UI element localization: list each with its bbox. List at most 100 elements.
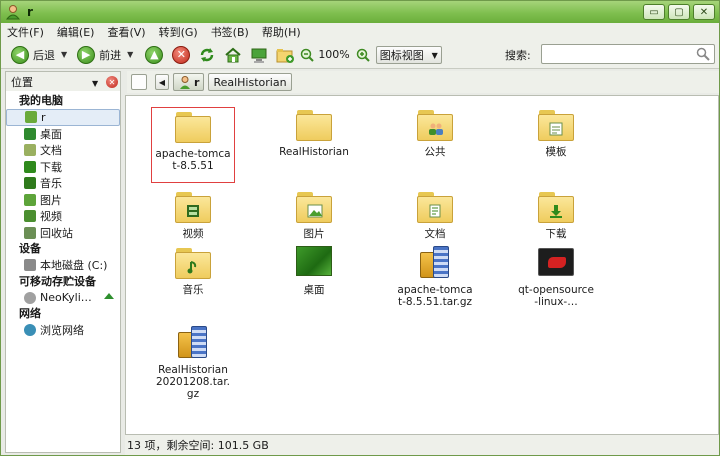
- picture-icon: [24, 193, 36, 206]
- zoom-out-icon[interactable]: [300, 48, 315, 62]
- folder-icon: [416, 190, 454, 224]
- side-item-label: 本地磁盘 (C:): [40, 259, 108, 273]
- breadcrumb-home[interactable]: r: [173, 73, 205, 91]
- file-item[interactable]: qt-opensource-linux-…: [515, 246, 597, 308]
- side-pane-header: 位置 ▼ ✕: [5, 71, 121, 91]
- home-folder-icon: [5, 4, 21, 20]
- menu-help[interactable]: 帮助(H): [262, 24, 301, 40]
- home-icon[interactable]: [224, 46, 242, 64]
- side-item[interactable]: 下载: [6, 159, 120, 176]
- file-item[interactable]: 音乐: [152, 246, 234, 296]
- file-item[interactable]: apache-tomcat-8.5.51.tar.gz: [394, 246, 476, 308]
- computer-icon[interactable]: [250, 46, 268, 64]
- view-mode-select[interactable]: 图标视图 ▼: [375, 45, 442, 64]
- document-icon: [24, 144, 36, 157]
- path-left-arrow-icon[interactable]: ◀: [155, 74, 169, 90]
- file-item-label: 文档: [424, 228, 446, 240]
- search-input[interactable]: [541, 44, 715, 64]
- side-pane-close-icon[interactable]: ✕: [106, 76, 118, 88]
- close-button[interactable]: ✕: [693, 4, 715, 20]
- breadcrumb-realhistorian[interactable]: RealHistorian: [208, 73, 292, 91]
- title-bar[interactable]: r ▭ ▢ ✕: [1, 1, 719, 23]
- trash-icon: [24, 226, 36, 239]
- file-item[interactable]: apache-tomcat-8.5.51: [151, 107, 235, 183]
- installer-icon: [537, 246, 575, 280]
- network-icon: [24, 324, 36, 337]
- maximize-button[interactable]: ▢: [668, 4, 690, 20]
- forward-arrow-icon: ▶: [77, 45, 96, 64]
- places-list: 我的电脑 r 桌面 文档 下载 音乐 图片 视频 回收站 设备 本地磁盘 (C:) 可移动存贮设备 Ne…: [6, 93, 120, 339]
- file-icon-view[interactable]: apache-tomcat-8.5.51 RealHistorian 公共 模板视频 图…: [125, 95, 719, 435]
- menu-go[interactable]: 转到(G): [159, 24, 198, 40]
- eject-icon[interactable]: [104, 292, 114, 299]
- folder-icon: [416, 108, 454, 142]
- menu-file[interactable]: 文件(F): [7, 24, 44, 40]
- side-item-label: 浏览网络: [40, 324, 84, 338]
- file-item[interactable]: RealHistorian20201208.tar.gz: [152, 326, 234, 400]
- side-item[interactable]: 浏览网络: [6, 322, 120, 339]
- file-item-label: apache-tomcat-8.5.51.tar.gz: [397, 284, 473, 308]
- minimize-button[interactable]: ▭: [643, 4, 665, 20]
- file-item-label: 图片: [303, 228, 325, 240]
- file-item[interactable]: 视频: [152, 190, 234, 240]
- back-button[interactable]: ◀ 后退: [11, 43, 55, 67]
- side-item-label: 图片: [40, 193, 62, 207]
- side-item[interactable]: 桌面: [6, 126, 120, 143]
- location-toggle-button[interactable]: [131, 74, 147, 90]
- forward-button[interactable]: ▶ 前进: [77, 43, 121, 67]
- forward-label: 前进: [99, 48, 122, 62]
- file-item[interactable]: 图片: [273, 190, 355, 240]
- toolbar: ◀ 后退 ▼ ▶ 前进 ▼ ▲ ✕ 100% 图标视图 ▼ 搜索:: [1, 41, 719, 69]
- zoom-level: 100%: [318, 48, 350, 61]
- file-item-label: 下载: [545, 228, 567, 240]
- reload-icon[interactable]: [198, 46, 216, 64]
- menu-view[interactable]: 查看(V): [107, 24, 145, 40]
- side-item[interactable]: 文档: [6, 142, 120, 159]
- back-label: 后退: [33, 48, 55, 62]
- side-item-label: 回收站: [40, 226, 73, 240]
- file-item[interactable]: 下载: [515, 190, 597, 240]
- file-manager-window: r ▭ ▢ ✕ 文件(F) 编辑(E) 查看(V) 转到(G) 书签(B) 帮助…: [0, 0, 720, 456]
- file-item-label: qt-opensource-linux-…: [518, 284, 594, 308]
- file-item-label: 桌面: [303, 284, 325, 296]
- side-item[interactable]: NeoKyli…: [6, 290, 120, 307]
- side-item-label: 下载: [40, 160, 62, 174]
- side-item[interactable]: 视频: [6, 208, 120, 225]
- back-history-dropdown[interactable]: ▼: [61, 50, 67, 59]
- breadcrumb-home-label: r: [194, 75, 200, 89]
- window-title: r: [27, 5, 33, 19]
- side-item[interactable]: 音乐: [6, 175, 120, 192]
- desktop-folder-icon: [295, 246, 333, 280]
- forward-history-dropdown[interactable]: ▼: [127, 50, 133, 59]
- side-item-label: 文档: [40, 144, 62, 158]
- up-arrow-icon[interactable]: ▲: [145, 45, 164, 64]
- folder-icon: [295, 108, 333, 142]
- desktop-icon: [24, 127, 36, 140]
- file-item[interactable]: 公共: [394, 108, 476, 158]
- side-item[interactable]: 本地磁盘 (C:): [6, 257, 120, 274]
- path-bar: ◀ r RealHistorian: [127, 71, 719, 93]
- new-folder-icon[interactable]: [276, 46, 295, 64]
- folder-icon: [537, 190, 575, 224]
- file-item-label: RealHistorian20201208.tar.gz: [155, 364, 231, 400]
- side-item[interactable]: r: [6, 109, 120, 126]
- menu-edit[interactable]: 编辑(E): [57, 24, 95, 40]
- side-item[interactable]: 图片: [6, 192, 120, 209]
- side-pane-type-dropdown[interactable]: ▼: [92, 79, 98, 88]
- file-item-label: 视频: [182, 228, 204, 240]
- drive-icon: [24, 259, 36, 272]
- zoom-in-icon[interactable]: [356, 48, 370, 62]
- folder-icon: [174, 190, 212, 224]
- file-item-label: RealHistorian: [279, 146, 349, 158]
- search-icon: [696, 47, 710, 61]
- menu-bookmarks[interactable]: 书签(B): [211, 24, 249, 40]
- file-item[interactable]: RealHistorian: [273, 108, 355, 158]
- file-item[interactable]: 模板: [515, 108, 597, 158]
- disc-icon: [24, 291, 36, 304]
- music-icon: [24, 177, 36, 190]
- file-item[interactable]: 文档: [394, 190, 476, 240]
- file-item[interactable]: 桌面: [273, 246, 355, 296]
- stop-icon[interactable]: ✕: [172, 45, 191, 64]
- side-item-label: r: [41, 110, 46, 124]
- side-item[interactable]: 回收站: [6, 225, 120, 242]
